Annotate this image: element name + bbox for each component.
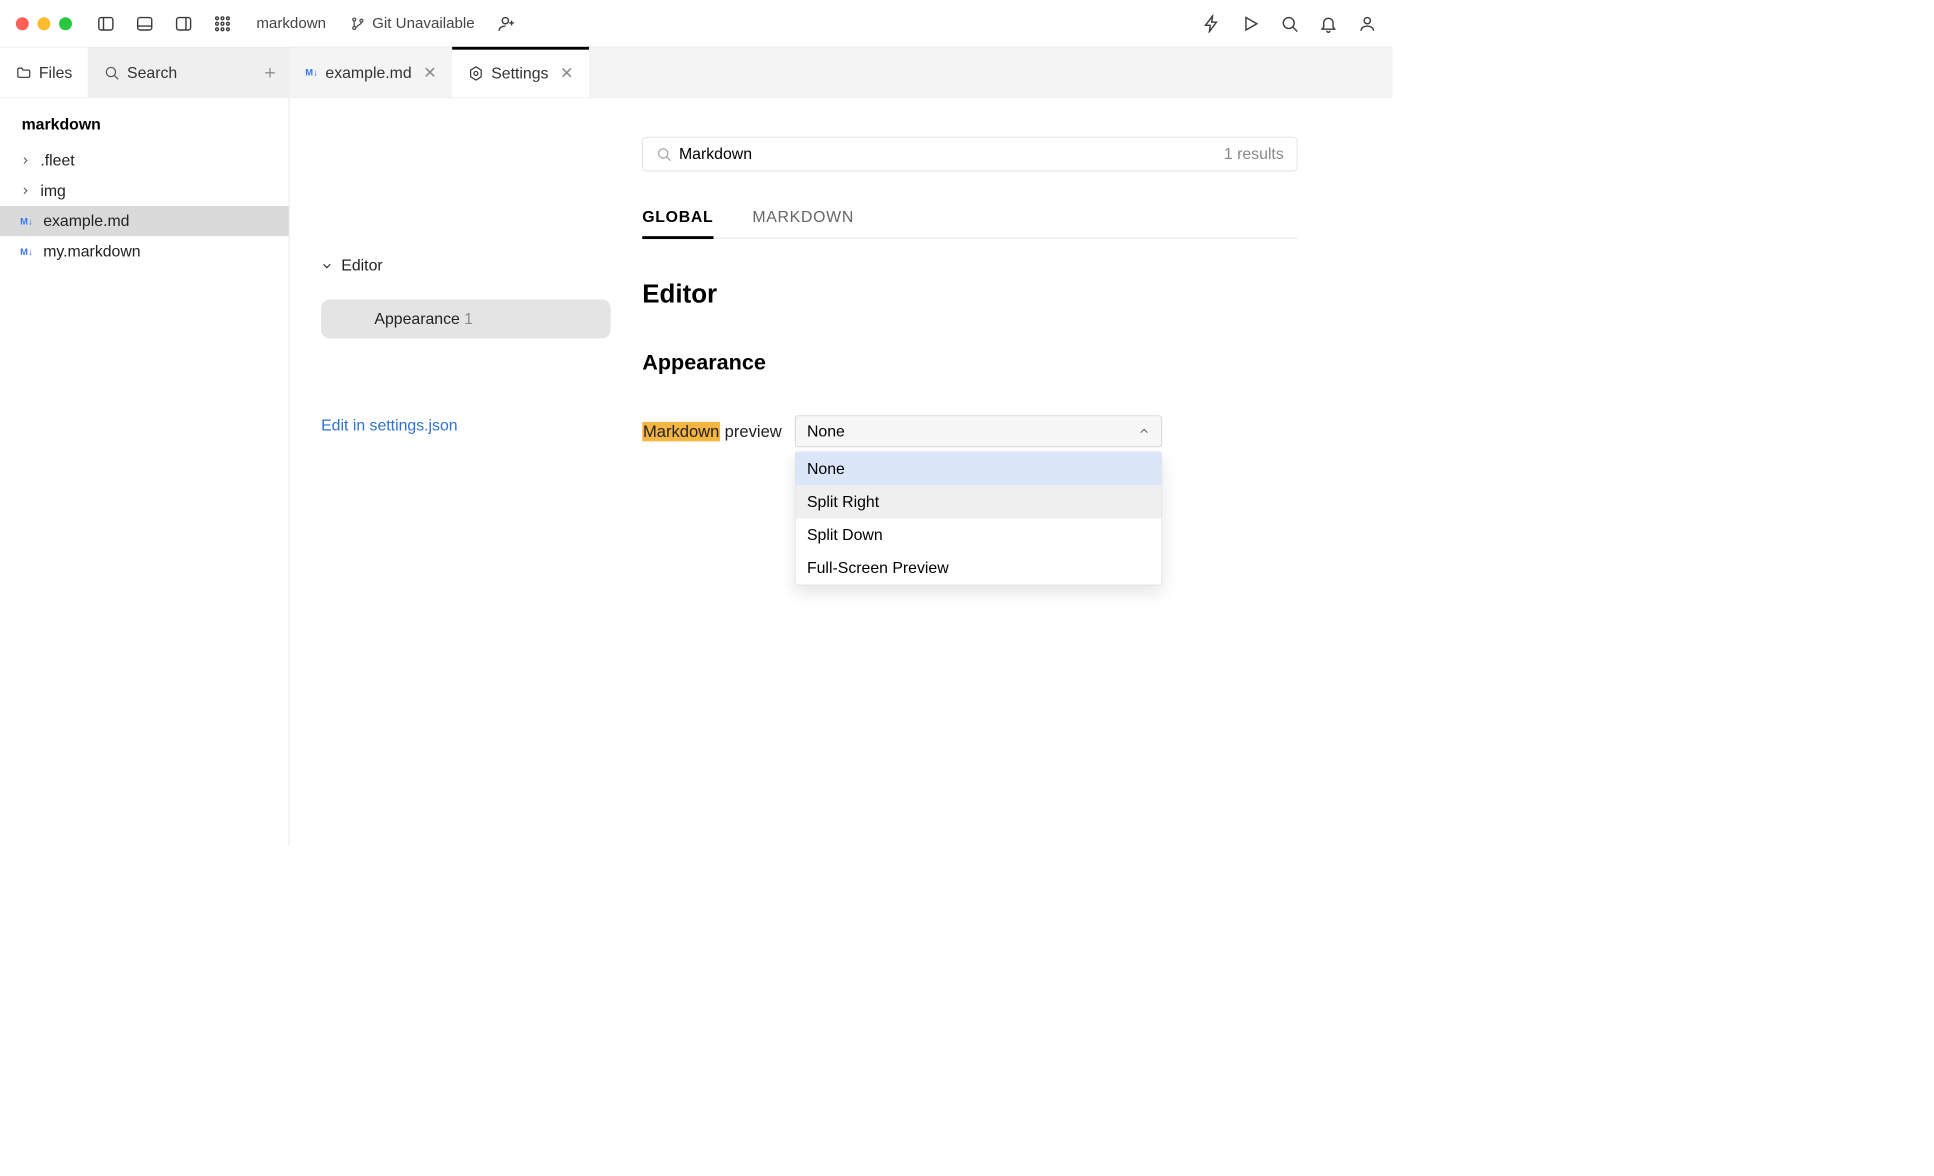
sidebar-tab-files-label: Files (39, 63, 72, 82)
dropdown-list: None Split Right Split Down Full-Screen … (795, 451, 1162, 585)
quick-actions-icon[interactable] (1202, 14, 1221, 33)
tab-settings[interactable]: Settings ✕ (452, 47, 589, 97)
folder-icon (16, 64, 32, 80)
account-icon[interactable] (1358, 14, 1377, 33)
panel-bottom-toggle-icon[interactable] (135, 14, 154, 33)
tab-bar: Files Search M↓ example.md ✕ Settings ✕ (0, 48, 1392, 98)
git-branch-icon (351, 16, 365, 30)
edit-settings-json-link[interactable]: Edit in settings.json (321, 416, 610, 435)
sidebar-tab-search-label: Search (127, 63, 177, 82)
subsection-title-appearance: Appearance (642, 351, 1297, 375)
run-icon[interactable] (1241, 14, 1260, 33)
file-explorer: markdown .fleet img M↓ example.md M↓ my.… (0, 98, 289, 847)
explorer-item-label: example.md (43, 212, 129, 231)
window-minimize-button[interactable] (37, 17, 50, 30)
explorer-item-label: my.markdown (43, 242, 140, 261)
search-everywhere-icon[interactable] (1280, 14, 1299, 33)
explorer-root-label[interactable]: markdown (0, 107, 289, 146)
markdown-file-icon: M↓ (20, 246, 34, 257)
traffic-lights (16, 17, 72, 30)
chevron-right-icon (20, 156, 32, 166)
sidebar-tab-add[interactable] (251, 48, 290, 98)
titlebar: markdown Git Unavailable (0, 0, 1392, 48)
panel-left-toggle-icon[interactable] (96, 14, 115, 33)
search-icon (656, 146, 672, 162)
explorer-file-my-markdown[interactable]: M↓ my.markdown (0, 236, 289, 266)
markdown-file-icon: M↓ (305, 67, 318, 78)
chevron-right-icon (20, 186, 32, 196)
apps-grid-icon[interactable] (213, 14, 232, 33)
tab-settings-label: Settings (491, 64, 548, 83)
plus-icon (263, 65, 277, 79)
dropdown-option-none[interactable]: None (795, 452, 1161, 485)
dropdown-option-full-screen[interactable]: Full-Screen Preview (795, 552, 1161, 585)
settings-panel: Editor Appearance 1 Edit in settings.jso… (289, 98, 1392, 847)
sidebar-tab-files[interactable]: Files (0, 48, 88, 98)
settings-content: 1 results GLOBAL MARKDOWN Editor Appeara… (642, 98, 1297, 847)
dropdown-option-split-down[interactable]: Split Down (795, 518, 1161, 551)
markdown-file-icon: M↓ (20, 216, 34, 227)
settings-search-input[interactable] (679, 145, 1224, 164)
tab-close-icon[interactable]: ✕ (560, 64, 573, 83)
settings-search-box[interactable]: 1 results (642, 137, 1297, 172)
search-results-count: 1 results (1224, 145, 1284, 164)
markdown-preview-dropdown[interactable]: None None Split Right Split Down Full-Sc… (795, 415, 1162, 447)
section-title-editor: Editor (642, 279, 1297, 309)
explorer-item-label: .fleet (40, 151, 74, 170)
window-maximize-button[interactable] (59, 17, 72, 30)
search-highlight: Markdown (642, 422, 720, 441)
window-close-button[interactable] (16, 17, 29, 30)
git-status-text: Git Unavailable (372, 15, 475, 32)
explorer-item-label: img (40, 181, 66, 200)
settings-category-editor[interactable]: Editor (321, 251, 610, 281)
chevron-up-icon (1138, 426, 1150, 438)
tab-example-md-label: example.md (325, 63, 411, 82)
settings-nav-appearance[interactable]: Appearance 1 (321, 300, 610, 339)
dropdown-button[interactable]: None (795, 415, 1162, 447)
settings-nav: Editor Appearance 1 Edit in settings.jso… (289, 98, 642, 847)
explorer-file-example-md[interactable]: M↓ example.md (0, 206, 289, 236)
chevron-down-icon (321, 260, 333, 272)
tab-close-icon[interactable]: ✕ (423, 63, 436, 82)
add-collaborator-icon[interactable] (498, 14, 517, 33)
explorer-folder-fleet[interactable]: .fleet (0, 145, 289, 175)
dropdown-value: None (807, 422, 845, 441)
panel-right-toggle-icon[interactable] (174, 14, 193, 33)
settings-icon (468, 66, 484, 82)
settings-nav-item-count: 1 (464, 310, 473, 329)
notifications-icon[interactable] (1319, 14, 1338, 33)
git-status[interactable]: Git Unavailable (351, 15, 475, 32)
sidebar-tab-search[interactable]: Search (88, 48, 250, 98)
settings-scope-global[interactable]: GLOBAL (642, 207, 713, 239)
settings-nav-item-label: Appearance (374, 310, 459, 329)
explorer-folder-img[interactable]: img (0, 176, 289, 206)
project-name-label[interactable]: markdown (256, 15, 326, 32)
search-icon (104, 64, 120, 80)
dropdown-option-split-right[interactable]: Split Right (795, 485, 1161, 518)
settings-scope-markdown[interactable]: MARKDOWN (752, 207, 854, 237)
setting-label-markdown-preview: Markdown preview (642, 422, 782, 441)
settings-category-label: Editor (341, 256, 382, 275)
tab-example-md[interactable]: M↓ example.md ✕ (289, 48, 452, 98)
